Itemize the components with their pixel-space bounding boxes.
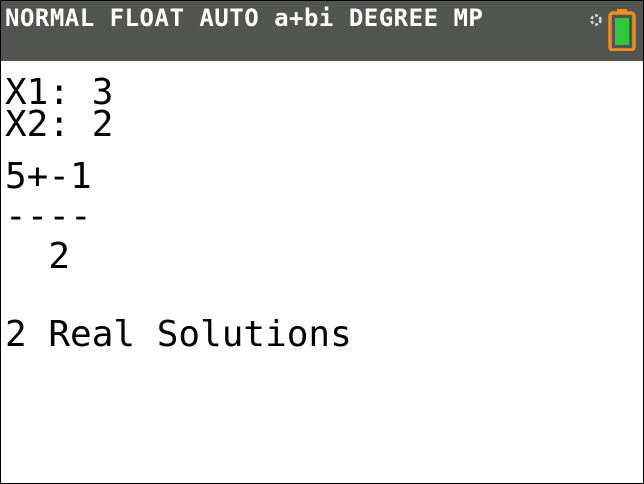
mode-status-text: NORMAL FLOAT AUTO a+bi DEGREE MP: [5, 4, 484, 32]
numerator-line: 5+-1: [5, 156, 92, 197]
battery-icon: [608, 9, 636, 51]
status-bar: NORMAL FLOAT AUTO a+bi DEGREE MP: [1, 1, 643, 61]
solution-count-line: 2 Real Solutions: [5, 314, 352, 355]
root-x2-line: X2: 2: [5, 104, 114, 145]
busy-indicator-icon: [590, 14, 602, 26]
fraction-bar-line: ----: [5, 196, 92, 237]
denominator-line: 2: [5, 236, 71, 277]
calculator-screen: NORMAL FLOAT AUTO a+bi DEGREE MP X1: 3 X…: [0, 0, 644, 484]
